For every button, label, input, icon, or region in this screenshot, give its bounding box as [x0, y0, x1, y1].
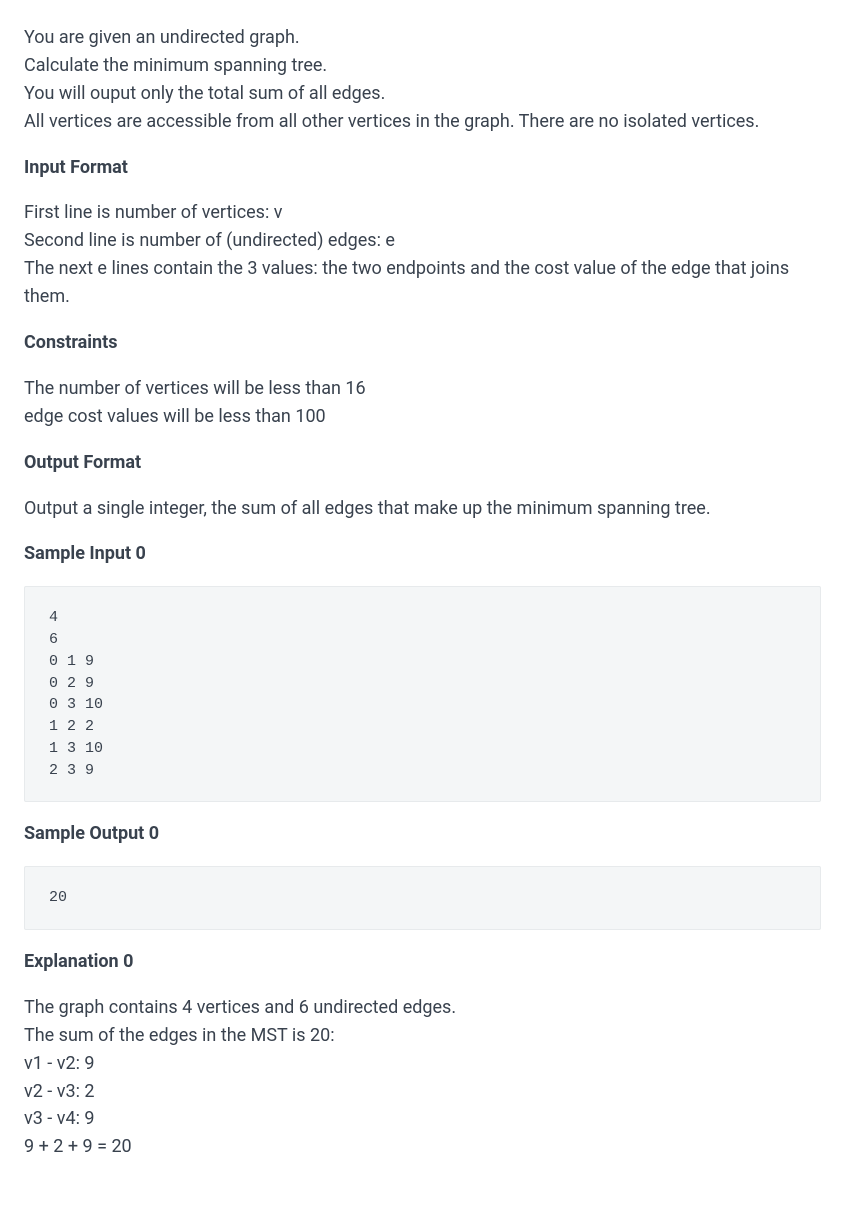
constraints-line: The number of vertices will be less than… [24, 375, 821, 403]
explanation-line: The graph contains 4 vertices and 6 undi… [24, 994, 821, 1022]
input-format-line: The next e lines contain the 3 values: t… [24, 255, 821, 311]
explanation-line: v2 - v3: 2 [24, 1078, 821, 1106]
intro-line: You will ouput only the total sum of all… [24, 80, 821, 108]
explanation-line: v1 - v2: 9 [24, 1050, 821, 1078]
sample-output-heading: Sample Output 0 [24, 820, 821, 848]
output-format-body: Output a single integer, the sum of all … [24, 495, 821, 523]
constraints-body: The number of vertices will be less than… [24, 375, 821, 431]
input-format-body: First line is number of vertices: v Seco… [24, 199, 821, 311]
intro-line: All vertices are accessible from all oth… [24, 108, 821, 136]
constraints-line: edge cost values will be less than 100 [24, 403, 821, 431]
problem-intro: You are given an undirected graph. Calcu… [24, 24, 821, 136]
input-format-line: Second line is number of (undirected) ed… [24, 227, 821, 255]
output-format-heading: Output Format [24, 449, 821, 477]
input-format-line: First line is number of vertices: v [24, 199, 821, 227]
sample-output-code: 20 [24, 866, 821, 930]
output-format-line: Output a single integer, the sum of all … [24, 495, 821, 523]
explanation-body: The graph contains 4 vertices and 6 undi… [24, 994, 821, 1161]
sample-input-code: 4 6 0 1 9 0 2 9 0 3 10 1 2 2 1 3 10 2 3 … [24, 586, 821, 802]
intro-line: You are given an undirected graph. [24, 24, 821, 52]
intro-line: Calculate the minimum spanning tree. [24, 52, 821, 80]
sample-input-heading: Sample Input 0 [24, 540, 821, 568]
input-format-heading: Input Format [24, 154, 821, 182]
explanation-heading: Explanation 0 [24, 948, 821, 976]
explanation-line: 9 + 2 + 9 = 20 [24, 1133, 821, 1161]
explanation-line: The sum of the edges in the MST is 20: [24, 1022, 821, 1050]
constraints-heading: Constraints [24, 329, 821, 357]
explanation-line: v3 - v4: 9 [24, 1105, 821, 1133]
